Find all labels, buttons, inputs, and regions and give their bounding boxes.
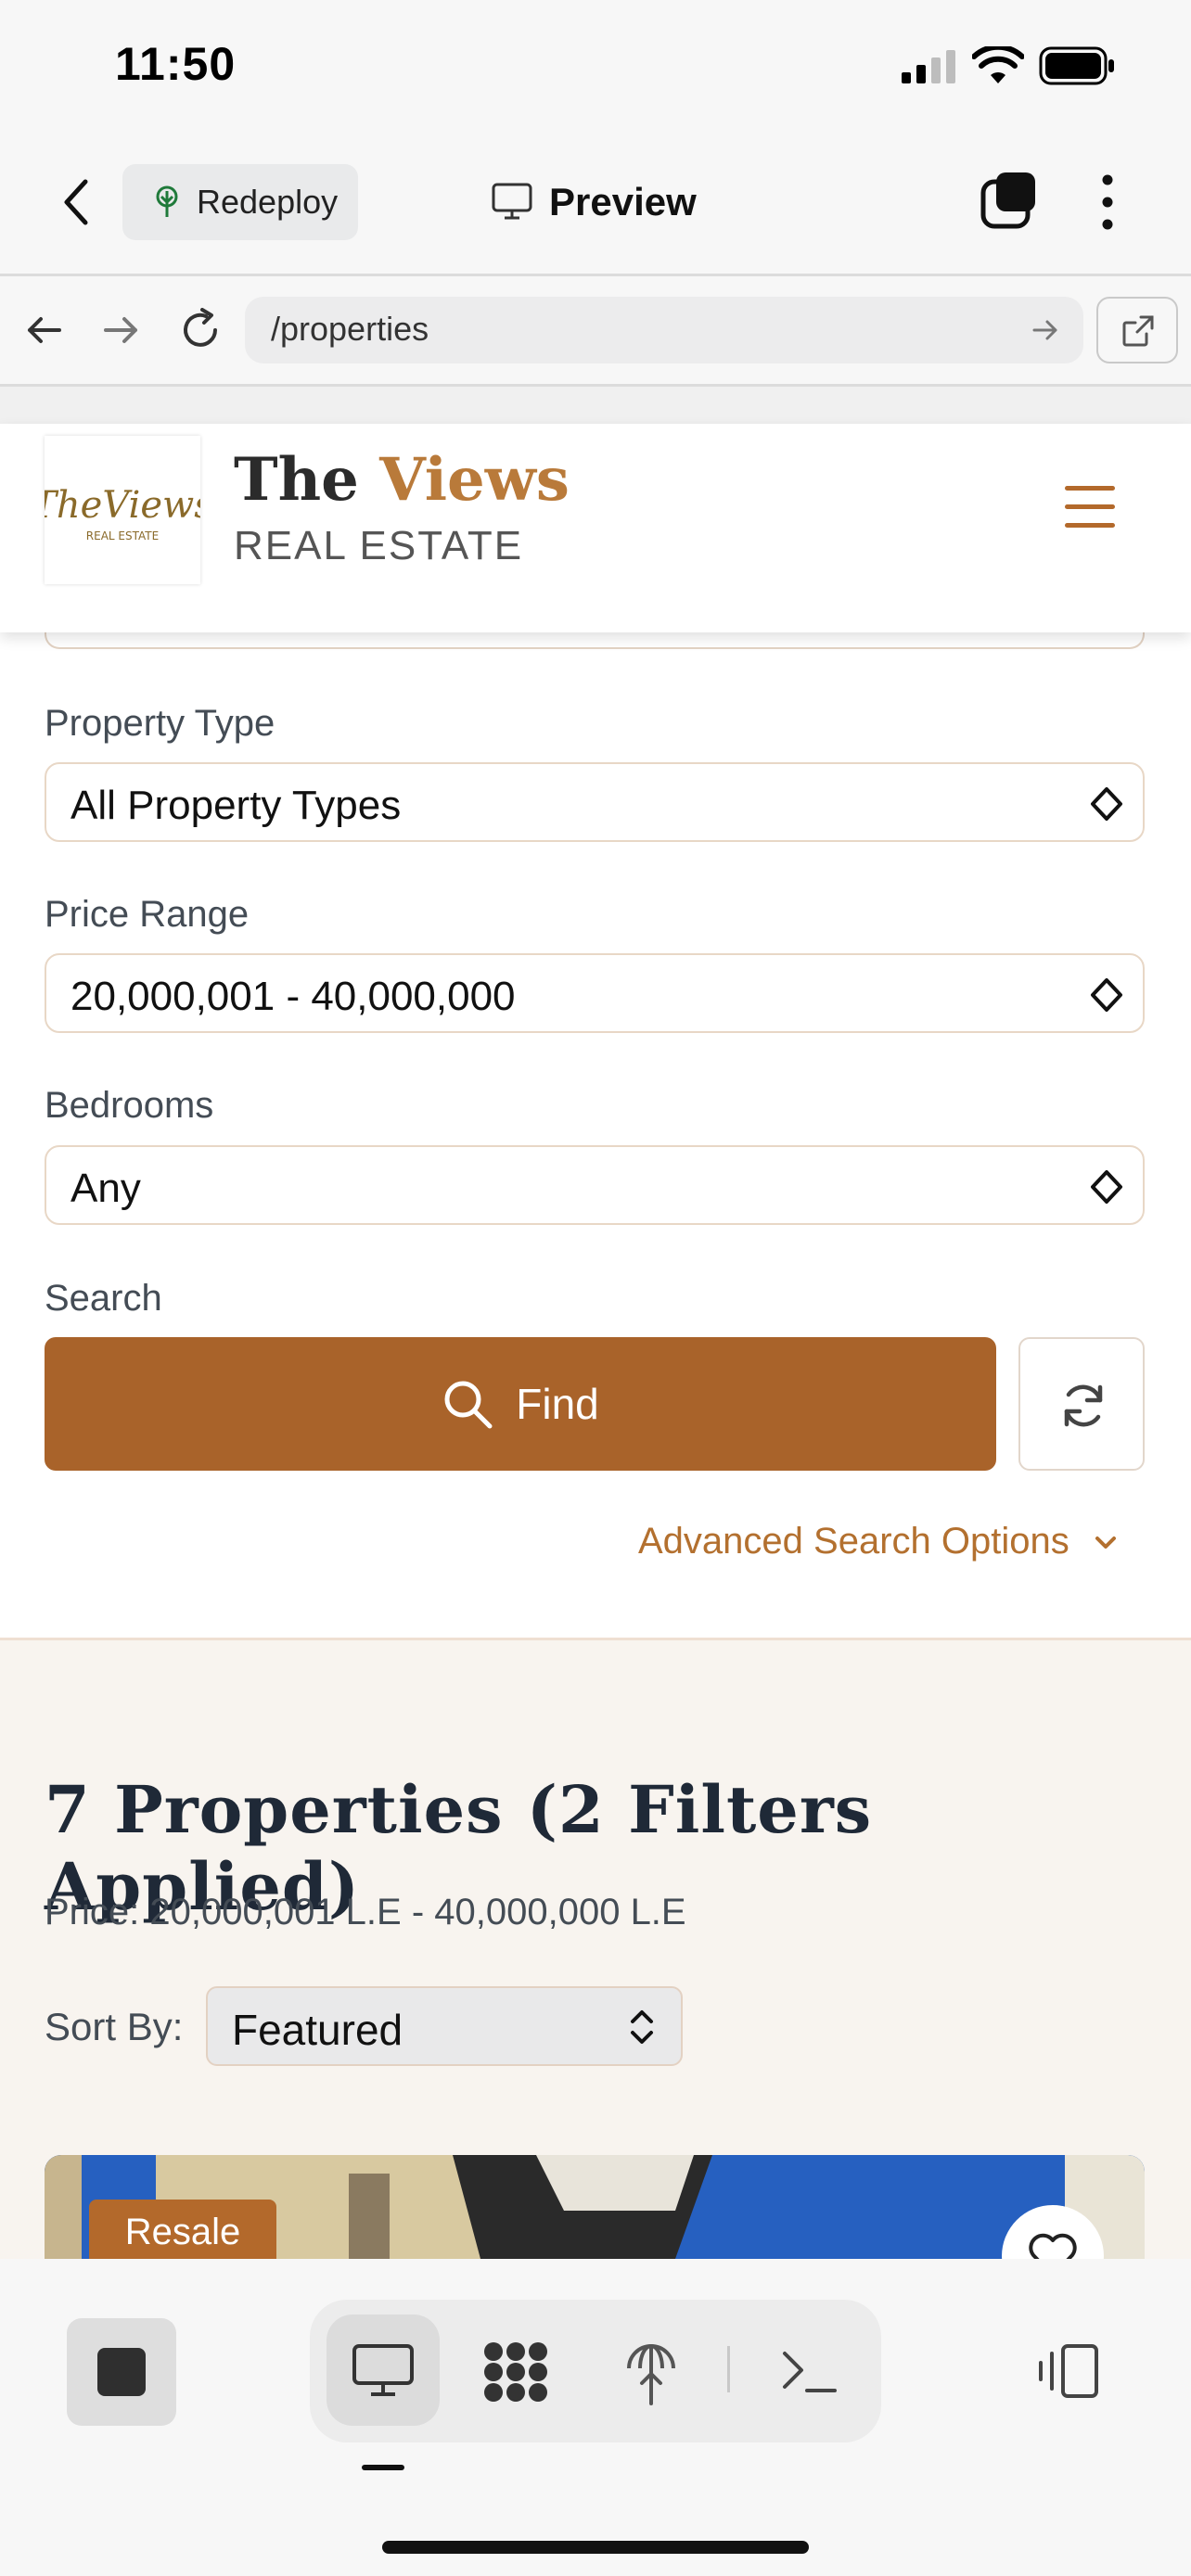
select-arrows-icon — [1091, 978, 1122, 1012]
url-text: /properties — [271, 310, 429, 348]
workflows-icon[interactable] — [480, 2339, 551, 2405]
home-indicator — [382, 2541, 809, 2554]
stop-button[interactable] — [67, 2318, 176, 2426]
property-type-select[interactable]: All Property Types — [45, 762, 1145, 842]
tree-icon — [156, 185, 178, 217]
status-badge: Resale — [89, 2200, 276, 2264]
advanced-search-link[interactable]: Advanced Search Options — [638, 1521, 1120, 1562]
redeploy-label: Redeploy — [197, 183, 339, 221]
page-gap — [0, 387, 1191, 424]
reset-filters-button[interactable] — [1018, 1337, 1145, 1471]
deploy-globe-icon[interactable] — [623, 2337, 679, 2407]
terminal-icon[interactable] — [781, 2348, 839, 2396]
stop-icon — [97, 2348, 146, 2396]
back-chevron-icon[interactable] — [59, 178, 93, 226]
price-range-select[interactable]: 20,000,001 - 40,000,000 — [45, 953, 1145, 1033]
battery-icon — [1039, 46, 1114, 85]
property-type-value: All Property Types — [70, 783, 402, 828]
site-logo[interactable]: TheViews REAL ESTATE — [32, 436, 213, 584]
advanced-search-label: Advanced Search Options — [638, 1521, 1069, 1562]
go-arrow-icon[interactable] — [1031, 317, 1059, 343]
search-icon — [444, 1381, 493, 1429]
svg-text:REAL ESTATE: REAL ESTATE — [86, 529, 159, 542]
price-range-label: Price Range — [45, 894, 250, 935]
select-arrows-icon — [1091, 787, 1122, 821]
updown-chevron-icon — [631, 2010, 653, 2044]
svg-text:TheViews: TheViews — [45, 484, 200, 527]
chevron-down-icon — [1095, 1536, 1116, 1549]
select-arrows-icon — [1091, 1170, 1122, 1204]
sort-select[interactable]: Featured — [206, 1986, 683, 2066]
more-options-icon[interactable] — [1098, 172, 1117, 232]
device-switch-icon[interactable] — [1035, 2342, 1102, 2400]
brand-subtitle: REAL ESTATE — [234, 523, 524, 568]
tabs-icon[interactable] — [980, 171, 1039, 230]
refresh-icon — [1064, 1384, 1103, 1427]
sort-label: Sort By: — [45, 2005, 184, 2048]
brand-name: The Views — [234, 445, 570, 515]
property-type-label: Property Type — [45, 703, 275, 744]
monitor-tab-icon — [352, 2344, 414, 2396]
status-time: 11:50 — [115, 38, 237, 90]
browser-forward-icon[interactable] — [102, 312, 141, 349]
browser-back-icon[interactable] — [24, 312, 63, 349]
views-logo-icon: TheViews REAL ESTATE — [32, 484, 213, 542]
search-label: Search — [45, 1278, 162, 1319]
sort-value: Featured — [232, 2006, 403, 2054]
cellular-signal-icon — [902, 50, 955, 83]
find-button[interactable]: Find — [45, 1337, 996, 1471]
preview-toggle[interactable]: Preview — [492, 172, 697, 232]
open-external-button[interactable] — [1096, 297, 1178, 363]
divider — [727, 2346, 730, 2392]
bedrooms-label: Bedrooms — [45, 1085, 214, 1126]
active-tab-indicator — [362, 2465, 404, 2470]
hamburger-menu-icon[interactable] — [1065, 486, 1115, 529]
price-range-value: 20,000,001 - 40,000,000 — [70, 974, 516, 1019]
bedrooms-select[interactable]: Any — [45, 1145, 1145, 1225]
external-link-icon — [1122, 315, 1154, 347]
redeploy-button[interactable]: Redeploy — [122, 164, 358, 240]
bedrooms-value: Any — [70, 1166, 141, 1211]
find-label: Find — [516, 1380, 599, 1428]
price-summary: Price: 20,000,001 L.E - 40,000,000 L.E — [45, 1892, 686, 1932]
preview-label: Preview — [549, 180, 697, 223]
reload-icon[interactable] — [178, 308, 223, 352]
wifi-icon — [972, 46, 1024, 83]
monitor-icon — [492, 183, 532, 220]
